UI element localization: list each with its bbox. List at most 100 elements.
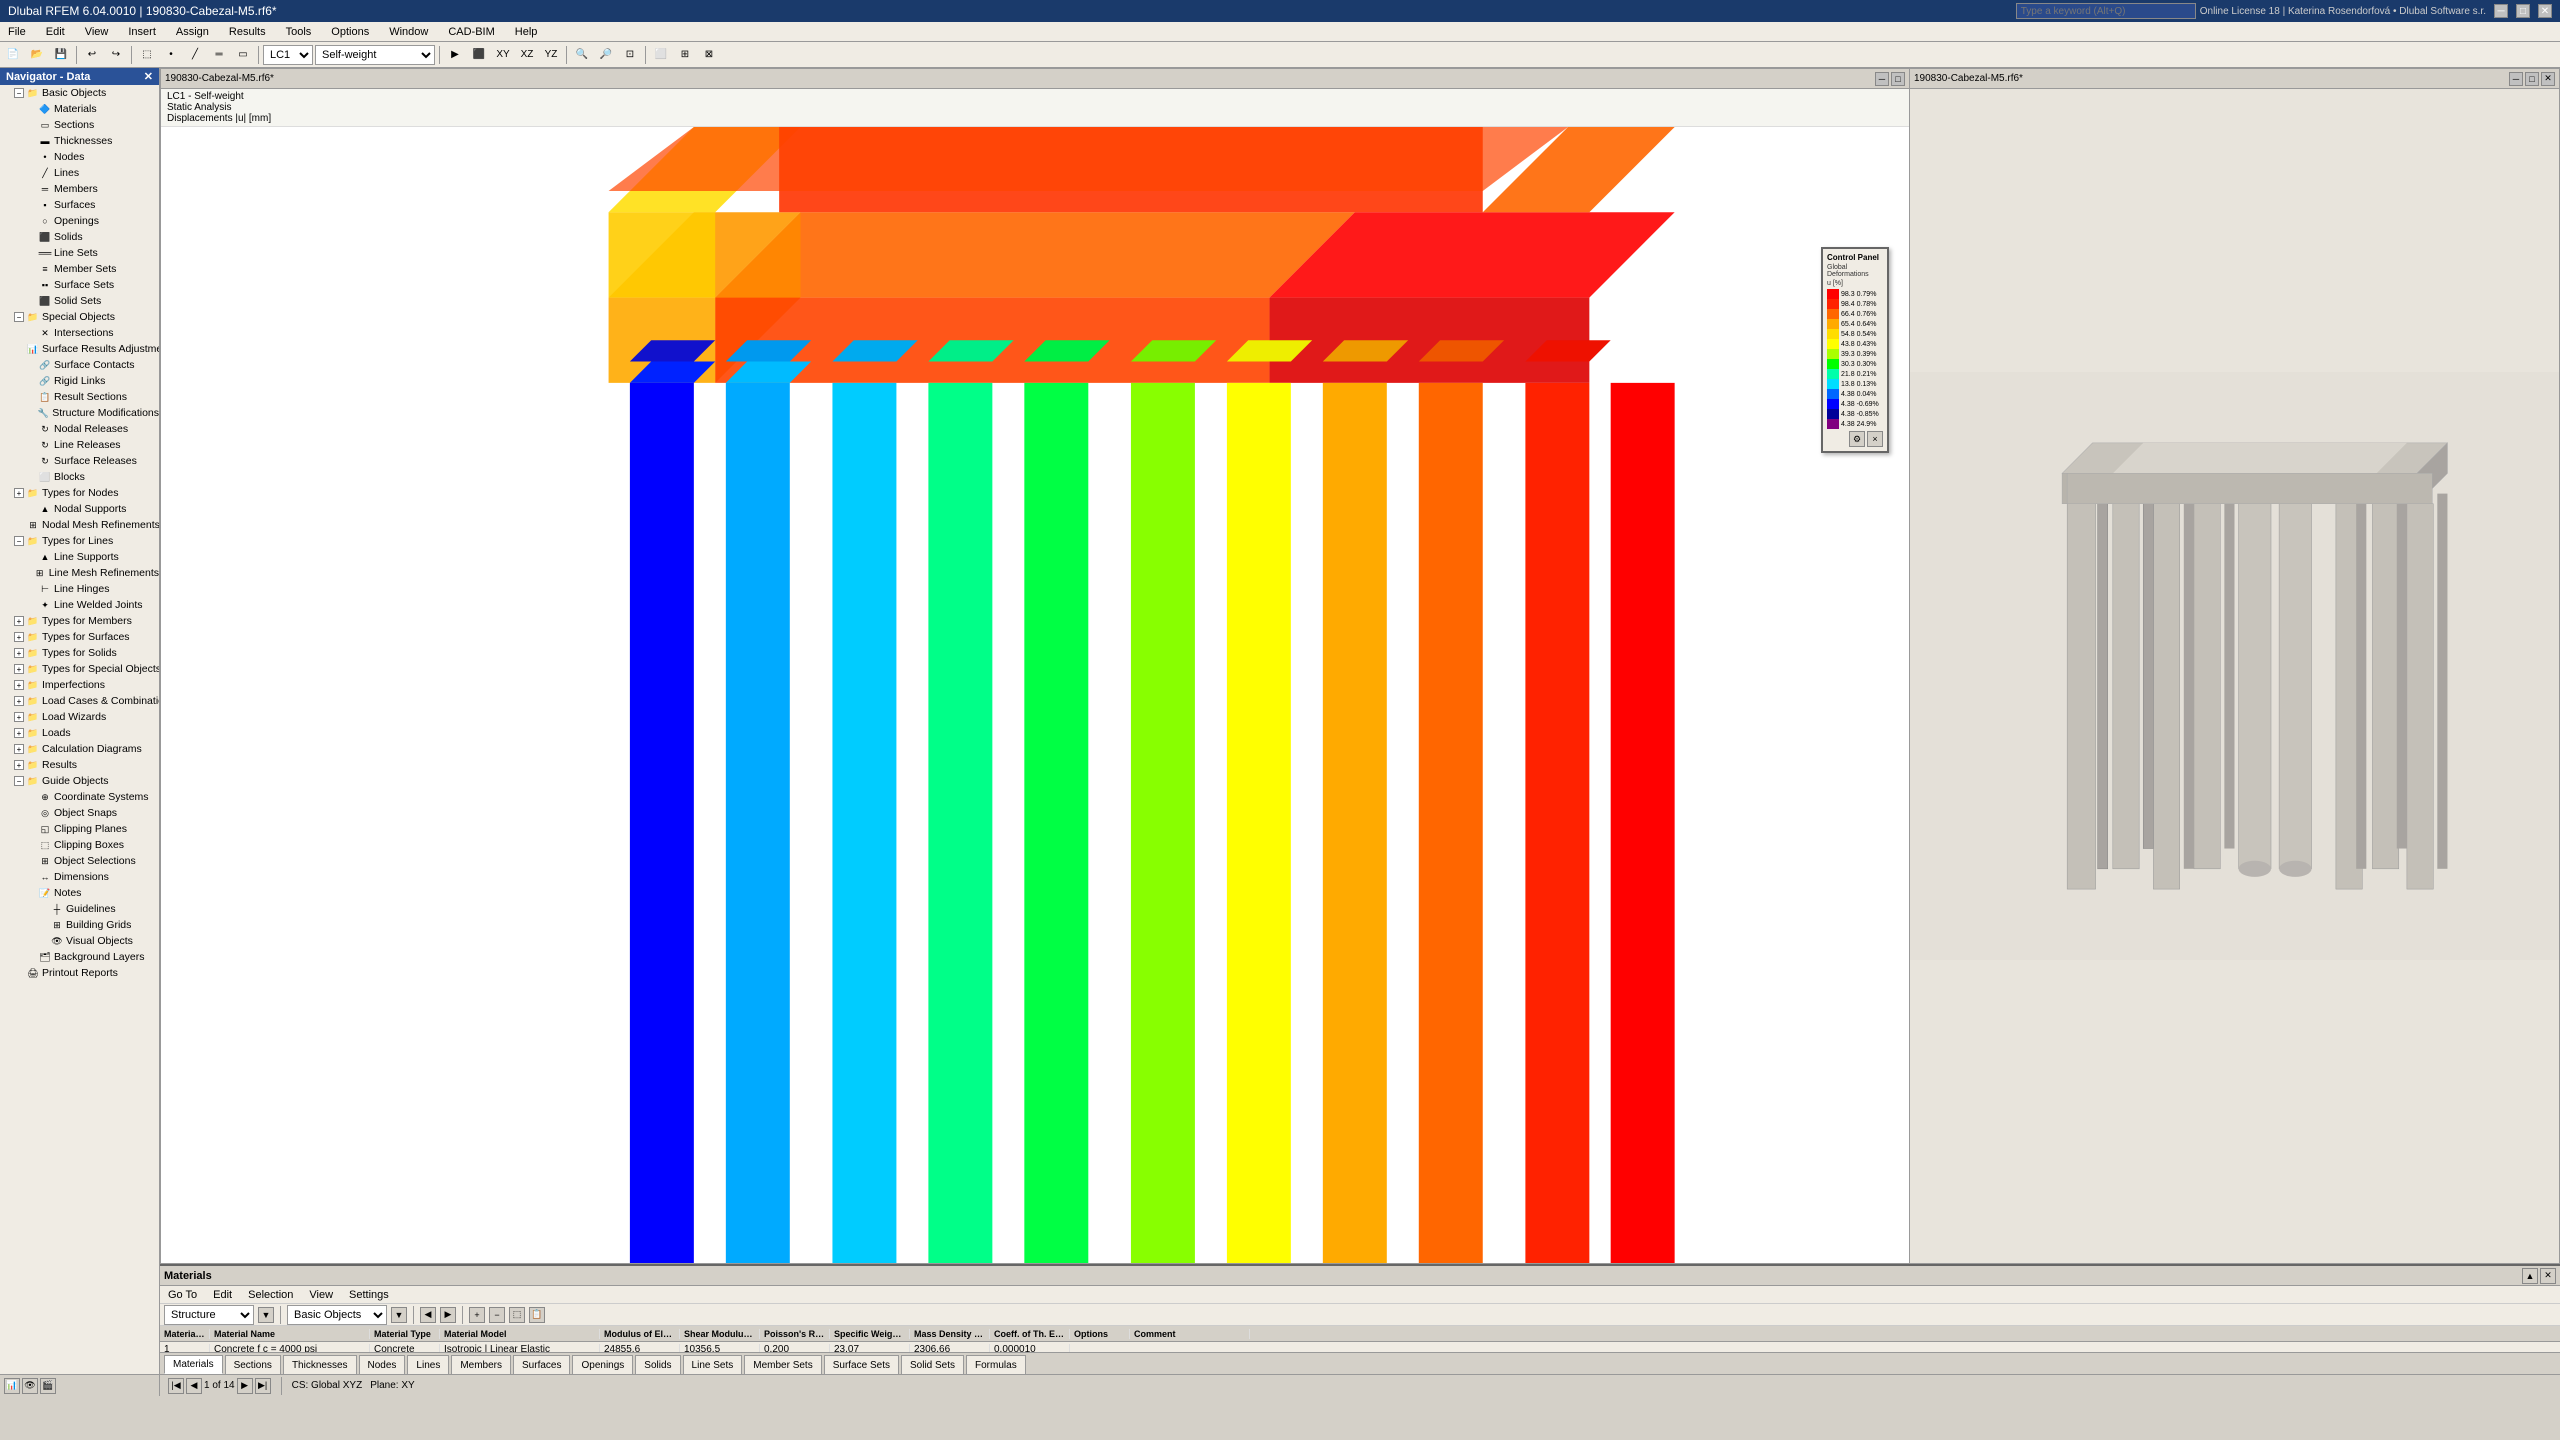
maximize-button[interactable]: □ [2516, 4, 2530, 18]
tree-item-load-cases-&-combinations[interactable]: +📁Load Cases & Combinations [0, 693, 159, 709]
tab-formulas[interactable]: Formulas [966, 1355, 1026, 1374]
tree-item-nodal-supports[interactable]: ▲Nodal Supports [0, 501, 159, 517]
open-btn[interactable]: 📂 [26, 44, 48, 66]
tree-item-line-mesh-refinements[interactable]: ⊞Line Mesh Refinements [0, 565, 159, 581]
save-btn[interactable]: 💾 [50, 44, 72, 66]
mat-del-btn[interactable]: − [489, 1307, 505, 1323]
tree-item-line-supports[interactable]: ▲Line Supports [0, 549, 159, 565]
mat-copy-btn[interactable]: ⬚ [509, 1307, 525, 1323]
tree-item-line-sets[interactable]: ══Line Sets [0, 245, 159, 261]
tree-item-notes[interactable]: 📝Notes [0, 885, 159, 901]
menu-item-file[interactable]: File [4, 26, 30, 38]
expand-btn[interactable]: + [14, 616, 24, 626]
tab-member-sets[interactable]: Member Sets [744, 1355, 821, 1374]
tree-item-openings[interactable]: ○Openings [0, 213, 159, 229]
tree-item-object-selections[interactable]: ⊞Object Selections [0, 853, 159, 869]
mat-menu-view[interactable]: View [305, 1289, 337, 1301]
mat-objects-combo[interactable]: Basic Objects [287, 1305, 387, 1325]
expand-btn[interactable]: − [14, 312, 24, 322]
close-button[interactable]: ✕ [2538, 4, 2552, 18]
render-btn[interactable]: ⬜ [650, 44, 672, 66]
fit-btn[interactable]: ⊡ [619, 44, 641, 66]
expand-btn[interactable]: + [14, 712, 24, 722]
tree-item-member-sets[interactable]: ≡Member Sets [0, 261, 159, 277]
view-xy[interactable]: XY [492, 44, 514, 66]
minimize-button[interactable]: ─ [2494, 4, 2508, 18]
tree-item-rigid-links[interactable]: 🔗Rigid Links [0, 373, 159, 389]
expand-btn[interactable]: − [14, 88, 24, 98]
mat-menu-settings[interactable]: Settings [345, 1289, 393, 1301]
tree-item-guide-objects[interactable]: −📁Guide Objects [0, 773, 159, 789]
vpr-min-btn[interactable]: ─ [2509, 72, 2523, 86]
undo-btn[interactable]: ↩ [81, 44, 103, 66]
expand-btn[interactable]: + [14, 680, 24, 690]
page-next[interactable]: ▶ [237, 1378, 253, 1394]
vpr-max-btn[interactable]: □ [2525, 72, 2539, 86]
zoom-out[interactable]: 🔎 [595, 44, 617, 66]
tab-surfaces[interactable]: Surfaces [513, 1355, 570, 1374]
member-btn[interactable]: ═ [208, 44, 230, 66]
tree-item-dimensions[interactable]: ↔Dimensions [0, 869, 159, 885]
view-yz[interactable]: YZ [540, 44, 562, 66]
tree-item-blocks[interactable]: ⬜Blocks [0, 469, 159, 485]
cp-btn2[interactable]: × [1867, 431, 1883, 447]
view-xz[interactable]: XZ [516, 44, 538, 66]
search-input[interactable] [2016, 3, 2196, 19]
surface-btn[interactable]: ▭ [232, 44, 254, 66]
nav-icon-1[interactable]: 📊 [4, 1378, 20, 1394]
tree-item-coordinate-systems[interactable]: ⊕Coordinate Systems [0, 789, 159, 805]
mat-menu-go to[interactable]: Go To [164, 1289, 201, 1301]
lc-combo[interactable]: LC1 [263, 45, 313, 65]
loadcase-combo[interactable]: Self-weight [315, 45, 435, 65]
3d-model-right[interactable] [1910, 89, 2559, 1243]
expand-btn[interactable]: + [14, 648, 24, 658]
mat-menu-selection[interactable]: Selection [244, 1289, 297, 1301]
tree-item-materials[interactable]: 🔷Materials [0, 101, 159, 117]
menu-item-edit[interactable]: Edit [42, 26, 69, 38]
wire-btn[interactable]: ⊞ [674, 44, 696, 66]
mat-tb-down[interactable]: ▼ [258, 1307, 274, 1323]
expand-btn[interactable]: + [14, 728, 24, 738]
menu-item-assign[interactable]: Assign [172, 26, 213, 38]
tree-item-types-for-lines[interactable]: −📁Types for Lines [0, 533, 159, 549]
tree-item-printout-reports[interactable]: 🖨Printout Reports [0, 965, 159, 981]
menu-item-cad-bim[interactable]: CAD-BIM [444, 26, 498, 38]
mat-struct-combo[interactable]: Structure [164, 1305, 254, 1325]
page-prev[interactable]: ◀ [186, 1378, 202, 1394]
menu-item-results[interactable]: Results [225, 26, 270, 38]
tree-item-results[interactable]: +📁Results [0, 757, 159, 773]
tree-item-surface-contacts[interactable]: 🔗Surface Contacts [0, 357, 159, 373]
tree-item-types-for-members[interactable]: +📁Types for Members [0, 613, 159, 629]
expand-btn[interactable]: + [14, 664, 24, 674]
tab-openings[interactable]: Openings [572, 1355, 633, 1374]
node-btn[interactable]: • [160, 44, 182, 66]
expand-btn[interactable]: + [14, 488, 24, 498]
tab-line-sets[interactable]: Line Sets [683, 1355, 743, 1374]
mat-add-btn[interactable]: + [469, 1307, 485, 1323]
tree-item-line-releases[interactable]: ↻Line Releases [0, 437, 159, 453]
tree-item-special-objects[interactable]: −📁Special Objects [0, 309, 159, 325]
expand-btn[interactable]: − [14, 536, 24, 546]
line-btn[interactable]: ╱ [184, 44, 206, 66]
mat-nav-next[interactable]: ▶ [440, 1307, 456, 1323]
tree-item-solid-sets[interactable]: ⬛Solid Sets [0, 293, 159, 309]
expand-btn[interactable]: + [14, 744, 24, 754]
expand-btn[interactable]: − [14, 776, 24, 786]
cp-btn1[interactable]: ⚙ [1849, 431, 1865, 447]
tree-item-line-welded-joints[interactable]: ✦Line Welded Joints [0, 597, 159, 613]
tab-nodes[interactable]: Nodes [359, 1355, 406, 1374]
mat-row-0[interactable]: 1Concrete f c = 4000 psiConcreteIsotropi… [160, 1342, 2560, 1352]
nav-icon-3[interactable]: 🎬 [40, 1378, 56, 1394]
expand-btn[interactable]: + [14, 696, 24, 706]
tree-item-imperfections[interactable]: +📁Imperfections [0, 677, 159, 693]
vpr-close-btn[interactable]: ✕ [2541, 72, 2555, 86]
redo-btn[interactable]: ↪ [105, 44, 127, 66]
tab-solid-sets[interactable]: Solid Sets [901, 1355, 964, 1374]
tree-item-surface-releases[interactable]: ↻Surface Releases [0, 453, 159, 469]
tree-item-members[interactable]: ═Members [0, 181, 159, 197]
tree-item-surfaces[interactable]: ▪Surfaces [0, 197, 159, 213]
tree-item-guidelines[interactable]: ┼Guidelines [0, 901, 159, 917]
tree-item-nodal-mesh-refinements[interactable]: ⊞Nodal Mesh Refinements [0, 517, 159, 533]
vp-max-btn[interactable]: □ [1891, 72, 1905, 86]
tree-item-clipping-planes[interactable]: ◱Clipping Planes [0, 821, 159, 837]
